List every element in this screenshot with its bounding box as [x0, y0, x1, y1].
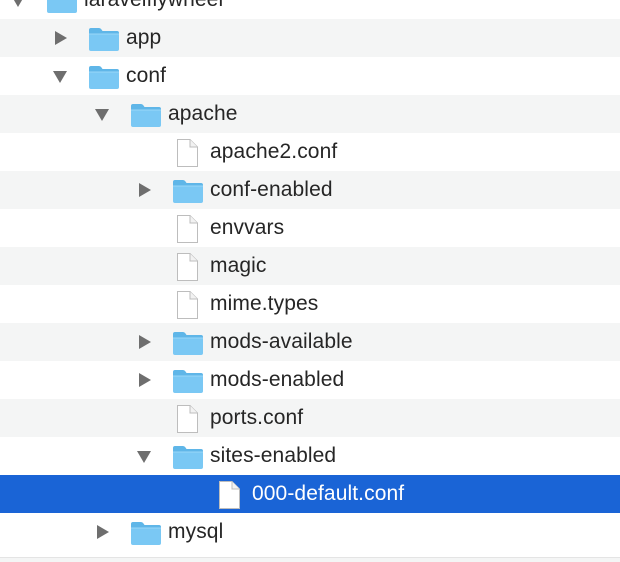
tree-item-label: sites-enabled [210, 444, 337, 467]
tree-row-mime-types[interactable]: mime.types [0, 285, 620, 323]
tree-row-apache2-conf[interactable]: apache2.conf [0, 133, 620, 171]
tree-item-label: mods-available [210, 330, 353, 353]
tree-row-envvars[interactable]: envvars [0, 209, 620, 247]
tree-item-label: mods-enabled [210, 368, 345, 391]
tree-row-conf-enabled[interactable]: conf-enabled [0, 171, 620, 209]
tree-row-laravelflywheel[interactable]: laravelflywheel [0, 0, 620, 19]
tree-row-mods-enabled[interactable]: mods-enabled [0, 361, 620, 399]
tree-row-apache[interactable]: apache [0, 95, 620, 133]
tree-row-mysql[interactable]: mysql [0, 513, 620, 551]
folder-icon [172, 444, 204, 470]
tree-item-label: mysql [168, 520, 224, 543]
folder-icon [46, 0, 78, 14]
disclosure-triangle-right-icon[interactable] [136, 182, 152, 198]
tree-item-label: mime.types [210, 292, 319, 315]
tree-item-label: apache [168, 102, 238, 125]
tree-item-label: ports.conf [210, 406, 304, 429]
document-icon [174, 404, 200, 434]
document-icon [174, 252, 200, 282]
disclosure-triangle-right-icon[interactable] [94, 524, 110, 540]
disclosure-triangle-down-icon[interactable] [52, 68, 68, 84]
folder-icon [130, 102, 162, 128]
folder-icon [88, 26, 120, 52]
tree-item-label: conf [126, 64, 167, 87]
tree-item-label: laravelflywheel [84, 0, 223, 19]
tree-item-label: app [126, 26, 162, 49]
tree-row-app[interactable]: app [0, 19, 620, 57]
disclosure-triangle-down-icon[interactable] [94, 106, 110, 122]
document-icon [174, 290, 200, 320]
tree-item-label: conf-enabled [210, 178, 333, 201]
disclosure-triangle-right-icon[interactable] [136, 334, 152, 350]
folder-icon [172, 330, 204, 356]
folder-icon [172, 368, 204, 394]
disclosure-triangle-right-icon[interactable] [136, 372, 152, 388]
tree-row-000-default-conf[interactable]: 000-default.conf [0, 475, 620, 513]
tree-row-mods-available[interactable]: mods-available [0, 323, 620, 361]
tree-row-sites-enabled[interactable]: sites-enabled [0, 437, 620, 475]
list-divider [0, 557, 620, 562]
tree-row-ports-conf[interactable]: ports.conf [0, 399, 620, 437]
disclosure-triangle-down-icon[interactable] [10, 0, 26, 8]
folder-icon [88, 64, 120, 90]
tree-item-label: envvars [210, 216, 285, 239]
folder-icon [130, 520, 162, 546]
document-icon [216, 480, 242, 510]
folder-icon [172, 178, 204, 204]
tree-item-label: magic [210, 254, 267, 277]
disclosure-triangle-down-icon[interactable] [136, 448, 152, 464]
tree-row-conf[interactable]: conf [0, 57, 620, 95]
document-icon [174, 138, 200, 168]
file-tree: laravelflywheel app confapache apache2.conf… [0, 0, 620, 562]
tree-item-label: apache2.conf [210, 140, 338, 163]
disclosure-triangle-right-icon[interactable] [52, 30, 68, 46]
tree-item-label: 000-default.conf [252, 482, 405, 505]
tree-row-magic[interactable]: magic [0, 247, 620, 285]
document-icon [174, 214, 200, 244]
